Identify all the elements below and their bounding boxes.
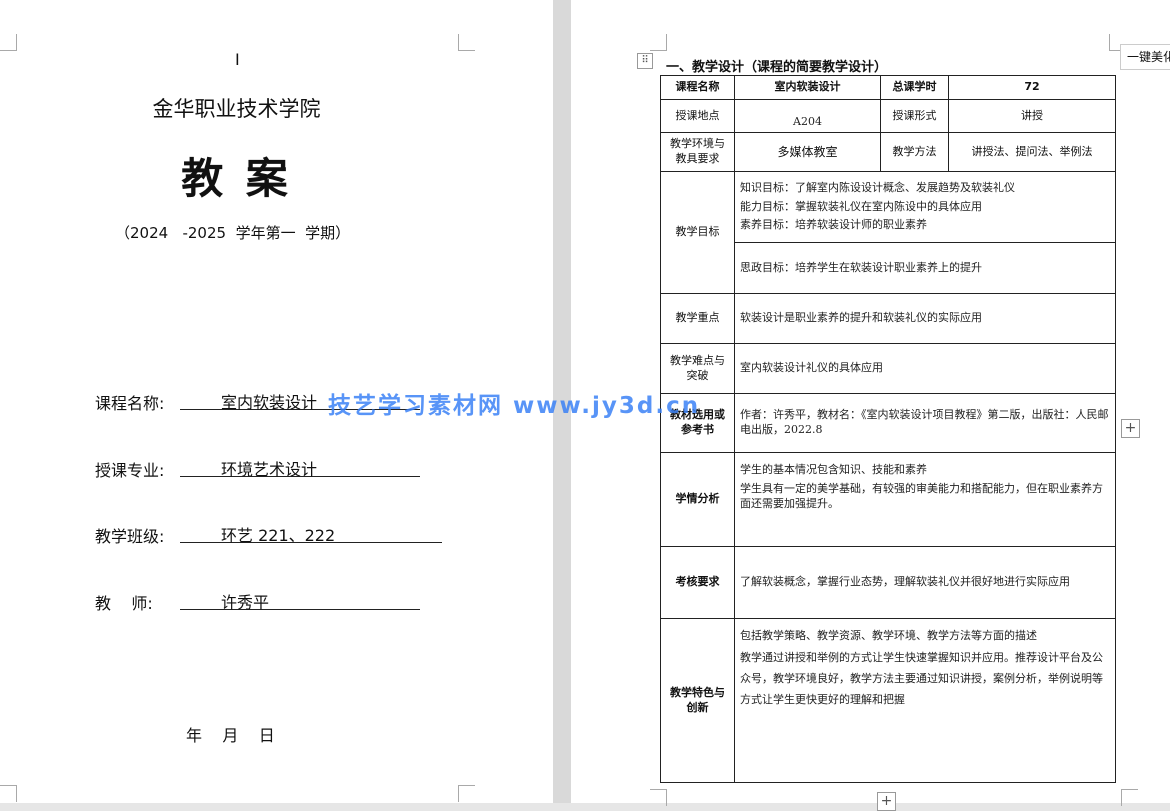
assessment-label: 考核要求: [660, 546, 735, 619]
field-value[interactable]: 室内软装设计: [221, 389, 317, 413]
section-heading: 一、教学设计（课程的简要教学设计）: [666, 60, 888, 75]
field-underline: [180, 589, 420, 610]
teaching-method-value[interactable]: 讲授法、提问法、举例法: [948, 132, 1116, 172]
teaching-plan-table: 课程名称 室内软装设计 总课学时 72 授课地点 A204 授课形式 讲授 教学…: [660, 75, 1116, 783]
objectives-label: 教学目标: [660, 171, 735, 294]
ideology-objective[interactable]: 思政目标：培养学生在软装设计职业素养上的提升: [734, 242, 1116, 294]
crop-mark: [458, 34, 475, 51]
table-row: 教学目标 知识目标：了解室内陈设设计概念、发展趋势及软装礼仪 能力目标：掌握软装…: [660, 171, 1116, 294]
analysis-line: 学生的基本情况包含知识、技能和素养: [740, 463, 927, 476]
table-row: 教学难点与突破 室内软装设计礼仪的具体应用: [660, 343, 1116, 394]
venue-value[interactable]: A204: [734, 99, 881, 133]
environment-value[interactable]: 多媒体教室: [734, 132, 881, 172]
crop-mark: [458, 785, 475, 802]
table-row: 教材选用或参考书 作者：许秀平，教材名：《室内软装设计项目教程》第二版，出版社：…: [660, 393, 1116, 453]
objective-line: 素养目标：培养软装设计师的职业素养: [740, 218, 927, 232]
objective-line: 知识目标：了解室内陈设设计概念、发展趋势及软装礼仪: [740, 180, 1015, 194]
field-value[interactable]: 许秀平: [221, 589, 269, 613]
watermark-text: 技艺学习素材网 www.jy3d.cn: [328, 393, 701, 419]
key-points-label: 教学重点: [660, 293, 735, 344]
date-line: 年 月 日: [186, 726, 275, 745]
student-analysis-label: 学情分析: [660, 452, 735, 547]
teaching-form-label: 授课形式: [880, 99, 949, 133]
field-label: 课程名称:: [95, 394, 165, 413]
objective-line: 能力目标：掌握软装礼仪在室内陈设中的具体应用: [740, 199, 982, 213]
field-value[interactable]: 环艺 221、222: [221, 522, 335, 546]
teaching-form-value[interactable]: 讲授: [948, 99, 1116, 133]
beautify-side-tab[interactable]: 一键美化: [1120, 44, 1170, 70]
key-points-content[interactable]: 软装设计是职业素养的提升和软装礼仪的实际应用: [734, 293, 1116, 344]
textbook-content[interactable]: 作者：许秀平，教材名：《室内软装设计项目教程》第二版，出版社：人民邮电出版，20…: [734, 393, 1116, 453]
field-label: 授课专业:: [95, 461, 165, 480]
total-hours-value[interactable]: 72: [948, 75, 1116, 100]
text-cursor: I: [235, 50, 240, 69]
crop-mark: [1121, 789, 1138, 806]
difficulties-content[interactable]: 室内软装设计礼仪的具体应用: [734, 343, 1116, 394]
document-title: 教 案: [181, 154, 292, 203]
course-name-value[interactable]: 室内软装设计: [734, 75, 881, 100]
crop-mark: [0, 785, 17, 802]
table-row: 教学重点 软装设计是职业素养的提升和软装礼仪的实际应用: [660, 293, 1116, 344]
table-row: 教学环境与教具要求 多媒体教室 教学方法 讲授法、提问法、举例法: [660, 132, 1116, 172]
academic-term: （2024 -2025 学年第一 学期）: [115, 224, 351, 242]
teaching-method-label: 教学方法: [880, 132, 949, 172]
table-move-handle-icon[interactable]: ⠿: [637, 53, 653, 69]
crop-mark: [650, 34, 667, 51]
features-label: 教学特色与创新: [660, 618, 735, 783]
analysis-line: 学生具有一定的美学基础，有较强的审美能力和搭配能力，但在职业素养方面还需要加强提…: [740, 481, 1103, 510]
environment-label: 教学环境与教具要求: [660, 132, 735, 172]
field-label: 教 师:: [95, 594, 153, 613]
crop-mark: [650, 789, 667, 806]
add-column-plus-icon[interactable]: +: [1121, 419, 1140, 438]
field-value[interactable]: 环境艺术设计: [221, 456, 317, 480]
crop-mark: [0, 34, 17, 51]
add-row-plus-icon[interactable]: +: [877, 792, 896, 811]
school-name: 金华职业技术学院: [152, 97, 321, 121]
course-name-label: 课程名称: [660, 75, 735, 100]
table-row: 课程名称 室内软装设计 总课学时 72: [660, 75, 1116, 100]
table-row: 教学特色与创新 包括教学策略、教学资源、教学环境、教学方法等方面的描述 教学通过…: [660, 618, 1116, 783]
assessment-content[interactable]: 了解软装概念，掌握行业态势，理解软装礼仪并很好地进行实际应用: [734, 546, 1116, 619]
total-hours-label: 总课学时: [880, 75, 949, 100]
student-analysis-content[interactable]: 学生的基本情况包含知识、技能和素养 学生具有一定的美学基础，有较强的审美能力和搭…: [734, 452, 1116, 547]
table-row: 学情分析 学生的基本情况包含知识、技能和素养 学生具有一定的美学基础，有较强的审…: [660, 452, 1116, 547]
table-row: 授课地点 A204 授课形式 讲授: [660, 99, 1116, 133]
features-line: 教学通过讲授和举例的方式让学生快速掌握知识并应用。推荐设计平台及公众号，教学环境…: [740, 650, 1103, 706]
field-label: 教学班级:: [95, 527, 165, 546]
objectives-content[interactable]: 知识目标：了解室内陈设设计概念、发展趋势及软装礼仪 能力目标：掌握软装礼仪在室内…: [734, 171, 1116, 243]
venue-label: 授课地点: [660, 99, 735, 133]
features-content[interactable]: 包括教学策略、教学资源、教学环境、教学方法等方面的描述 教学通过讲授和举例的方式…: [734, 618, 1116, 783]
table-row: 考核要求 了解软装概念，掌握行业态势，理解软装礼仪并很好地进行实际应用: [660, 546, 1116, 619]
features-line: 包括教学策略、教学资源、教学环境、教学方法等方面的描述: [740, 629, 1037, 642]
